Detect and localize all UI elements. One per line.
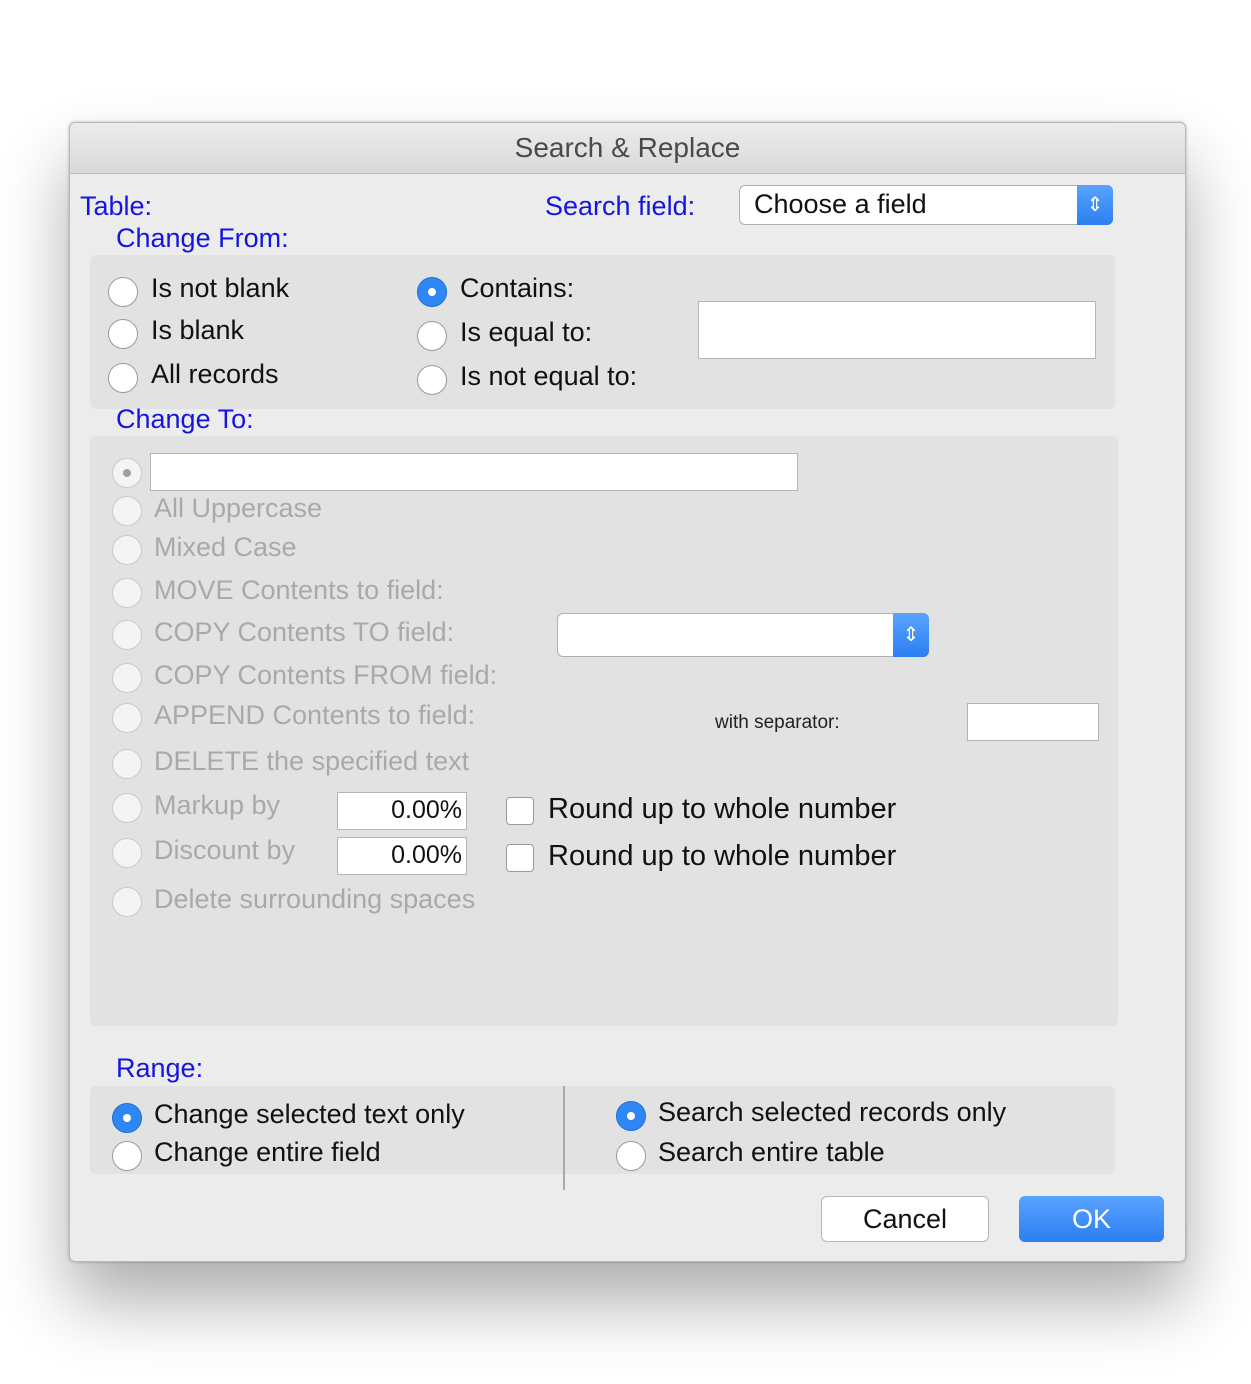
option-search-entire-table-label: Search entire table [658, 1137, 885, 1167]
chevron-updown-icon: ⇕ [893, 613, 929, 657]
option-is-equal-to-label: Is equal to: [460, 317, 593, 347]
change-to-heading: Change To: [116, 404, 254, 434]
option-delete-specified-text-label: DELETE the specified text [154, 746, 470, 776]
option-markup-by-label: Markup by [154, 790, 281, 820]
radio-append-contents[interactable] [112, 703, 142, 733]
markup-input[interactable]: 0.00% [337, 792, 467, 830]
radio-mixed-case[interactable] [112, 535, 142, 565]
radio-markup-by[interactable] [112, 793, 142, 823]
radio-is-blank[interactable] [108, 319, 138, 349]
radio-is-equal-to[interactable] [417, 321, 447, 351]
radio-all-uppercase[interactable] [112, 496, 142, 526]
radio-is-not-equal-to[interactable] [417, 365, 447, 395]
option-contains-label: Contains: [460, 273, 575, 303]
replace-text-input[interactable] [150, 453, 798, 491]
option-change-selected-text-label: Change selected text only [154, 1099, 465, 1129]
radio-copy-contents-from[interactable] [112, 663, 142, 693]
separator-label: with separator: [715, 712, 840, 733]
radio-delete-specified-text[interactable] [112, 749, 142, 779]
radio-move-contents[interactable] [112, 578, 142, 608]
chevron-updown-icon: ⇕ [1077, 185, 1113, 225]
search-field-label: Search field: [545, 191, 696, 221]
radio-discount-by[interactable] [112, 838, 142, 868]
change-from-value-input[interactable] [698, 301, 1096, 359]
option-all-records-label: All records [151, 359, 279, 389]
target-field-popup[interactable]: ⇕ [557, 613, 929, 657]
radio-change-selected-text[interactable] [112, 1103, 142, 1133]
option-copy-contents-to-label: COPY Contents TO field: [154, 617, 455, 647]
option-delete-surrounding-spaces-label: Delete surrounding spaces [154, 884, 476, 914]
change-to-group [90, 436, 1118, 1026]
option-append-contents-label: APPEND Contents to field: [154, 700, 476, 730]
radio-all-records[interactable] [108, 363, 138, 393]
option-change-entire-field-label: Change entire field [154, 1137, 381, 1167]
option-all-uppercase-label: All Uppercase [154, 493, 323, 523]
option-search-selected-records-label: Search selected records only [658, 1097, 1007, 1127]
radio-change-entire-field[interactable] [112, 1141, 142, 1171]
radio-is-not-blank[interactable] [108, 277, 138, 307]
table-label: Table: [80, 191, 153, 221]
option-is-not-equal-to-label: Is not equal to: [460, 361, 638, 391]
round-markup-label: Round up to whole number [548, 793, 897, 825]
cancel-button[interactable]: Cancel [821, 1196, 989, 1242]
round-discount-checkbox[interactable] [506, 844, 534, 872]
search-replace-dialog: Search & Replace Table: Search field: Ch… [69, 122, 1186, 1262]
option-copy-contents-from-label: COPY Contents FROM field: [154, 660, 498, 690]
window-title: Search & Replace [70, 123, 1185, 174]
radio-contains[interactable] [417, 277, 447, 307]
search-field-value: Choose a field [754, 189, 927, 219]
round-markup-checkbox[interactable] [506, 797, 534, 825]
round-discount-label: Round up to whole number [548, 840, 897, 872]
ok-button[interactable]: OK [1019, 1196, 1164, 1242]
change-from-heading: Change From: [116, 223, 289, 253]
option-is-not-blank-label: Is not blank [151, 273, 290, 303]
discount-input[interactable]: 0.00% [337, 837, 467, 875]
radio-search-entire-table[interactable] [616, 1141, 646, 1171]
range-divider [563, 1086, 565, 1190]
option-move-contents-label: MOVE Contents to field: [154, 575, 444, 605]
radio-search-selected-records[interactable] [616, 1101, 646, 1131]
radio-delete-surrounding-spaces[interactable] [112, 887, 142, 917]
separator-input[interactable] [967, 703, 1099, 741]
option-is-blank-label: Is blank [151, 315, 245, 345]
option-discount-by-label: Discount by [154, 835, 296, 865]
option-mixed-case-label: Mixed Case [154, 532, 297, 562]
range-heading: Range: [116, 1053, 204, 1083]
radio-copy-contents-to[interactable] [112, 620, 142, 650]
search-field-popup[interactable]: Choose a field ⇕ [739, 185, 1113, 225]
radio-replace-text[interactable] [112, 458, 142, 488]
